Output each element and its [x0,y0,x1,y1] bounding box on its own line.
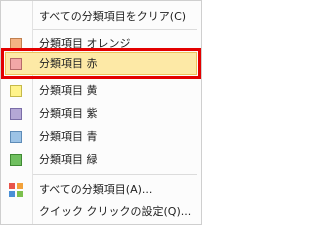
category-item-red[interactable]: 分類項目 赤 [3,52,199,75]
category-label-red: 分類項目 赤 [39,57,98,70]
red-swatch-slot [3,52,29,75]
blue-swatch-icon [10,130,22,143]
quick-click-settings-item[interactable]: クイック クリックの設定(Q)... [3,200,199,223]
clear-all-categories-item[interactable]: すべての分類項目をクリア(C) [3,5,199,28]
category-label-blue: 分類項目 青 [39,130,98,143]
blue-swatch-slot [3,125,29,148]
purple-swatch-icon [10,107,22,120]
red-swatch-icon [10,57,22,70]
quick-click-icon-slot [3,200,29,223]
all-categories-icon-slot [3,178,29,201]
category-label-green: 分類項目 緑 [39,153,98,166]
category-item-purple[interactable]: 分類項目 紫 [3,102,199,125]
category-item-blue[interactable]: 分類項目 青 [3,125,199,148]
purple-swatch-slot [3,102,29,125]
green-swatch-icon [10,153,22,166]
category-label-yellow: 分類項目 黄 [39,84,98,97]
category-grid-icon [9,182,23,197]
green-swatch-slot [3,148,29,171]
clear-all-categories-label: すべての分類項目をクリア(C) [39,10,187,23]
clear-all-icon-slot [3,5,29,28]
menu-separator [33,29,197,30]
yellow-swatch-icon [10,84,22,97]
categorize-menu: すべての分類項目をクリア(C) 分類項目 オレンジ 分類項目 赤 分類項目 黄 … [0,0,202,225]
yellow-swatch-slot [3,79,29,102]
category-item-green[interactable]: 分類項目 緑 [3,148,199,171]
category-item-yellow[interactable]: 分類項目 黄 [3,79,199,102]
all-categories-item[interactable]: すべての分類項目(A)... [3,178,199,201]
menu-separator [33,174,197,175]
quick-click-settings-label: クイック クリックの設定(Q)... [39,205,192,218]
all-categories-label: すべての分類項目(A)... [39,183,153,196]
category-label-purple: 分類項目 紫 [39,107,98,120]
